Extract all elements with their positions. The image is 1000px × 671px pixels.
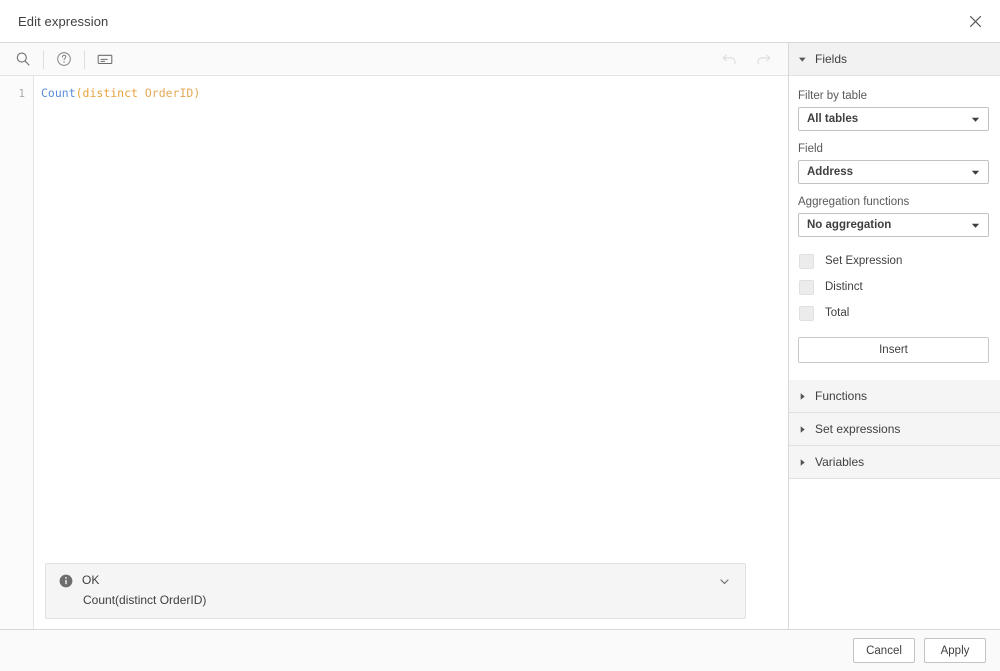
validation-status: OK — [82, 573, 100, 587]
aggregation-functions-label: Aggregation functions — [798, 196, 910, 208]
validation-status-box: OK Count(distinct OrderID) — [45, 563, 746, 619]
insert-button[interactable]: Insert — [798, 337, 989, 363]
undo-arrow-icon[interactable] — [712, 44, 746, 74]
dialog-footer: Cancel Apply — [0, 630, 1000, 671]
checkbox-distinct[interactable]: Distinct — [798, 274, 989, 300]
checkbox-set-expression-label: Set Expression — [825, 255, 903, 267]
filter-by-table-label: Filter by table — [798, 90, 868, 102]
filter-by-table-select[interactable]: All tables — [798, 107, 989, 131]
line-number-gutter: 1 — [0, 76, 34, 629]
checkbox-total[interactable]: Total — [798, 300, 989, 326]
panel-spacer — [789, 363, 1000, 380]
cancel-button[interactable]: Cancel — [853, 638, 915, 663]
insert-field-icon[interactable] — [88, 44, 122, 74]
checkbox-total-label: Total — [825, 307, 850, 319]
editor-toolbar — [0, 43, 788, 76]
caret-down-icon — [798, 55, 812, 64]
search-icon[interactable] — [6, 44, 40, 74]
toolbar-divider-1 — [43, 49, 44, 69]
caret-right-icon — [798, 458, 812, 467]
filter-by-table-value: All tables — [807, 113, 859, 125]
field-select[interactable]: Address — [798, 160, 989, 184]
chevron-down-icon — [969, 221, 981, 230]
code-input-area[interactable]: Count(distinct OrderID) — [34, 76, 788, 629]
chevron-down-icon — [969, 168, 981, 177]
token-keyword: (distinct — [75, 86, 138, 100]
accordion-set-expressions[interactable]: Set expressions — [789, 413, 1000, 446]
accordion-variables[interactable]: Variables — [789, 446, 1000, 479]
accordion-fields-label: Fields — [815, 52, 848, 66]
accordion-set-expressions-label: Set expressions — [815, 422, 901, 436]
help-circle-icon[interactable] — [47, 44, 81, 74]
dialog-title: Edit expression — [18, 13, 109, 29]
close-icon[interactable] — [958, 4, 992, 38]
redo-arrow-icon[interactable] — [746, 44, 780, 74]
token-field: OrderID) — [137, 86, 201, 100]
aggregation-functions-select[interactable]: No aggregation — [798, 213, 989, 237]
toolbar-divider-2 — [84, 49, 85, 69]
field-label: Field — [798, 143, 823, 155]
caret-right-icon — [798, 392, 812, 401]
validation-texts: OK Count(distinct OrderID) — [82, 573, 715, 608]
checkbox-set-expression[interactable]: Set Expression — [798, 248, 989, 274]
code-editor[interactable]: 1 Count(distinct OrderID) OK Count(disti… — [0, 76, 788, 629]
caret-right-icon — [798, 425, 812, 434]
accordion-fields[interactable]: Fields — [789, 43, 1000, 76]
checkbox-distinct-label: Distinct — [825, 281, 863, 293]
chevron-down-icon[interactable] — [715, 572, 733, 590]
chevron-down-icon — [969, 115, 981, 124]
field-value: Address — [807, 166, 854, 178]
dialog-body: 1 Count(distinct OrderID) OK Count(disti… — [0, 43, 1000, 630]
dialog-titlebar: Edit expression — [0, 0, 1000, 43]
accordion-variables-label: Variables — [815, 455, 865, 469]
checkbox-box — [799, 305, 814, 321]
edit-expression-dialog: Edit expression 1 Count(distinct OrderID… — [0, 0, 1000, 671]
accordion-functions-label: Functions — [815, 389, 868, 403]
checkbox-box — [799, 253, 814, 269]
token-function: Count — [41, 86, 76, 100]
reference-side-panel: Fields Filter by table All tables Field … — [789, 43, 1000, 629]
checkbox-box — [799, 279, 814, 295]
apply-button[interactable]: Apply — [924, 638, 986, 663]
validation-detail: Count(distinct OrderID) — [83, 593, 207, 607]
accordion-functions[interactable]: Functions — [789, 380, 1000, 413]
fields-panel-content: Filter by table All tables Field Address — [789, 76, 1000, 363]
info-icon — [59, 574, 73, 588]
expression-editor-pane: 1 Count(distinct OrderID) OK Count(disti… — [0, 43, 789, 629]
expression-line: Count(distinct OrderID) — [41, 85, 788, 102]
aggregation-functions-value: No aggregation — [807, 219, 892, 231]
line-number: 1 — [18, 87, 25, 100]
